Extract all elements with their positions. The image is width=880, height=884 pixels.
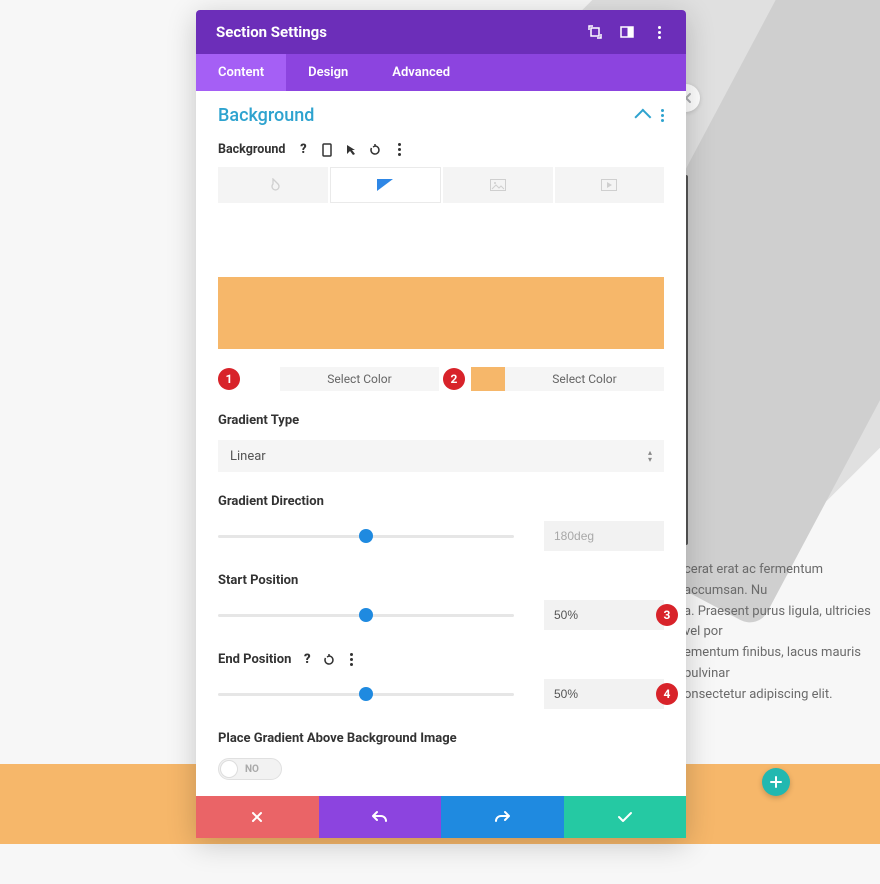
hover-icon[interactable] [345,144,357,156]
modal-header: Section Settings Content Design Advanced [196,10,686,91]
tab-advanced[interactable]: Advanced [370,54,472,91]
section-more-icon[interactable] [661,109,664,122]
slider-thumb[interactable] [359,529,373,543]
start-position-label: Start Position [218,573,664,588]
annotation-marker-1: 1 [218,368,240,390]
modal-footer [196,796,686,838]
redo-icon [494,810,510,824]
place-above-label: Place Gradient Above Background Image [218,731,664,746]
gradient-type-label: Gradient Type [218,413,664,428]
annotation-marker-3: 3 [656,604,678,626]
help-icon[interactable]: ? [297,144,309,156]
bg-image-tab[interactable] [443,167,553,203]
slider-thumb[interactable] [359,608,373,622]
close-icon [250,810,264,824]
help-icon[interactable]: ? [301,654,313,666]
device-icon[interactable] [321,144,333,156]
reset-icon[interactable] [369,144,381,156]
gradient-type-select[interactable]: Linear [218,440,664,472]
undo-icon [372,810,388,824]
gradient-direction-input[interactable] [544,521,664,551]
modal-title: Section Settings [216,23,327,41]
gradient-direction-label: Gradient Direction [218,494,664,509]
toggle-knob [220,760,238,778]
section-settings-modal: Section Settings Content Design Advanced… [196,10,686,838]
slider-thumb[interactable] [359,687,373,701]
gradient-preview [218,277,664,349]
collapse-icon[interactable] [639,109,651,122]
start-position-input[interactable] [544,600,664,630]
field-more-icon[interactable] [345,654,357,666]
reset-icon[interactable] [323,654,335,666]
field-more-icon[interactable] [393,144,405,156]
save-button[interactable] [564,796,687,838]
gradient-direction-slider[interactable] [218,526,514,546]
tab-content[interactable]: Content [196,54,286,91]
modal-body: Background Background ? [196,91,686,796]
background-field-label: Background ? [218,142,664,157]
settings-tabs: Content Design Advanced [196,54,686,91]
end-position-slider[interactable] [218,684,514,704]
tab-design[interactable]: Design [286,54,370,91]
select-arrows-icon [648,450,652,463]
bg-gradient-tab[interactable] [330,167,442,203]
section-title: Background [218,105,314,126]
place-above-toggle[interactable]: NO [218,758,282,780]
annotation-marker-4: 4 [656,683,678,705]
gradient-color-1[interactable]: Select Color [246,367,439,391]
cancel-button[interactable] [196,796,319,838]
add-section-button[interactable] [762,768,790,796]
gradient-color-2[interactable]: Select Color [471,367,664,391]
end-position-label: End Position ? [218,652,664,667]
background-type-tabs [218,167,664,203]
bg-video-tab[interactable] [555,167,665,203]
start-position-slider[interactable] [218,605,514,625]
end-position-input[interactable] [544,679,664,709]
redo-button[interactable] [441,796,564,838]
expand-icon[interactable] [588,25,602,39]
undo-button[interactable] [319,796,442,838]
page-body-text: cerat erat ac fermentum accumsan. Nu a. … [684,560,880,706]
color-swatch-2[interactable] [471,367,505,391]
more-icon[interactable] [652,25,666,39]
annotation-marker-2: 2 [443,368,465,390]
snap-icon[interactable] [620,25,634,39]
color-swatch-1[interactable] [246,367,280,391]
bg-color-tab[interactable] [218,167,328,203]
check-icon [617,811,633,823]
